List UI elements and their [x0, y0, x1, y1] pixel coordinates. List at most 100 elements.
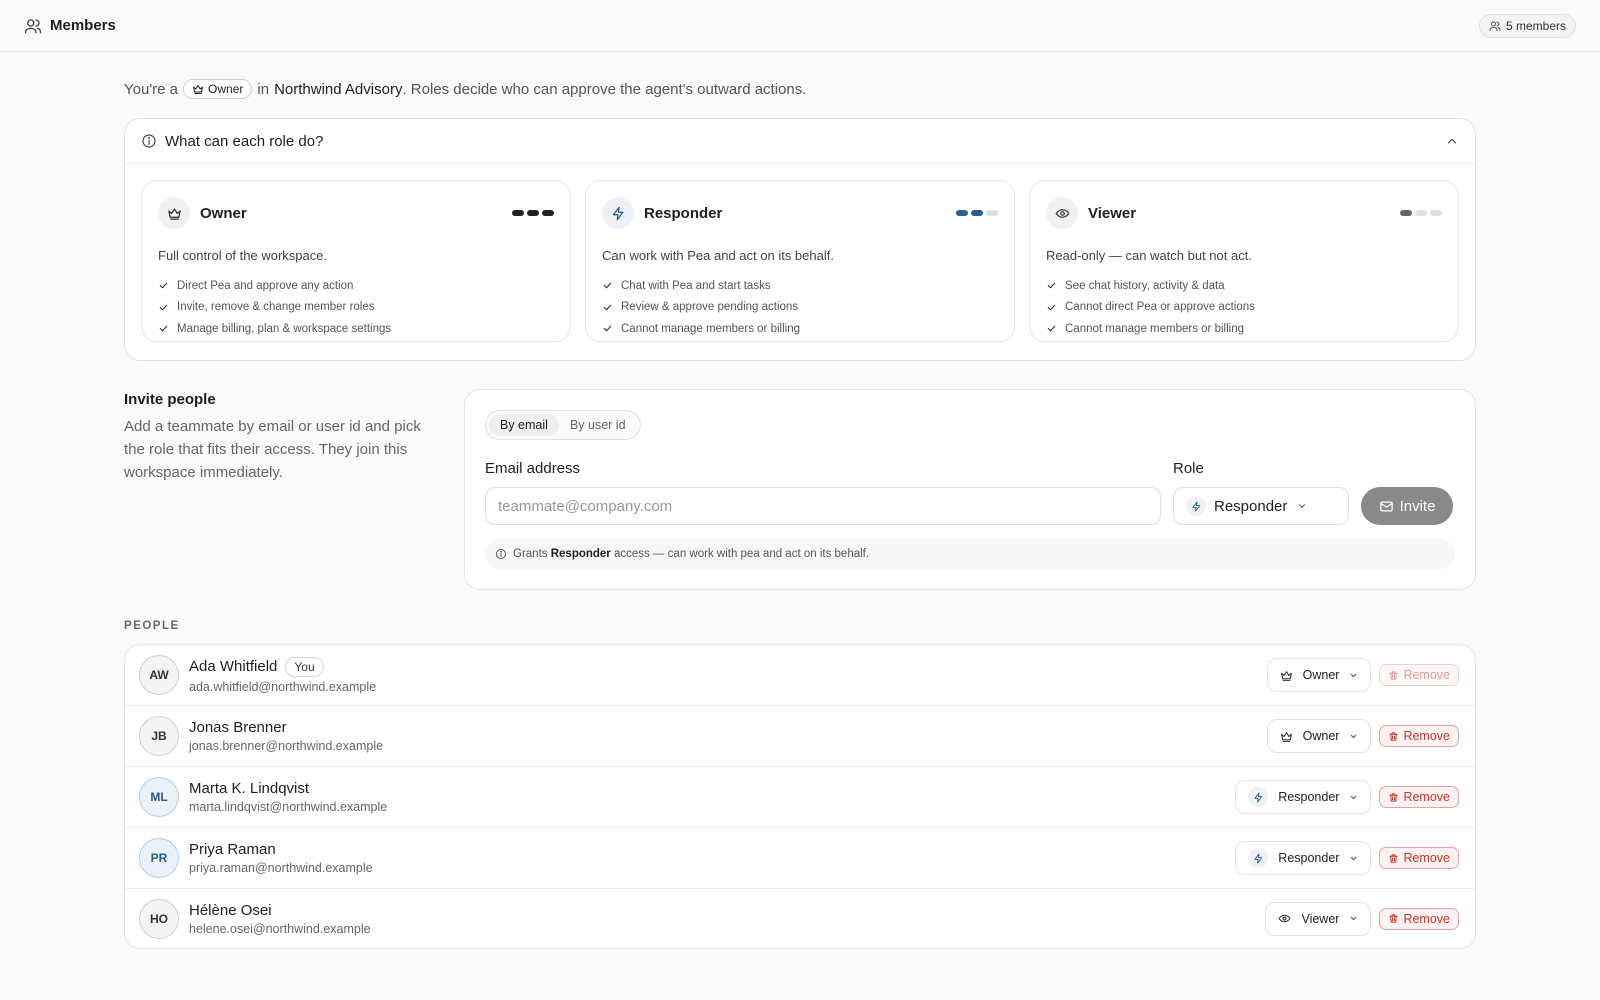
permission-item: Chat with Pea and start tasks	[602, 275, 998, 297]
trash-icon	[1388, 853, 1399, 864]
tab-by-email[interactable]: By email	[489, 414, 559, 436]
users-icon	[1489, 20, 1501, 32]
invite-title: Invite people	[124, 391, 216, 408]
avatar: JB	[139, 716, 179, 756]
chevron-down-icon	[1349, 793, 1358, 802]
member-role-select[interactable]: Responder	[1235, 780, 1372, 814]
remove-label: Remove	[1403, 790, 1450, 804]
role-name: Viewer	[1088, 204, 1137, 222]
crown-icon	[1280, 730, 1293, 743]
role-card-responder: Responder Can work with Pea and act on i…	[585, 180, 1015, 342]
role-name: Responder	[644, 204, 723, 222]
remove-button[interactable]: Remove	[1379, 847, 1459, 869]
role-level-indicator	[512, 210, 554, 216]
member-row: HO Hélène Osei helene.osei@northwind.exa…	[125, 889, 1475, 948]
member-role-value: Responder	[1278, 790, 1340, 804]
member-email: ada.whitfield@northwind.example	[189, 679, 377, 694]
permission-text: See chat history, activity & data	[1065, 279, 1225, 292]
member-role-value: Responder	[1278, 851, 1340, 865]
avatar: AW	[139, 655, 179, 695]
info-icon	[141, 133, 157, 149]
level-dot	[956, 210, 968, 216]
check-icon	[1046, 323, 1057, 334]
permission-item: Review & approve pending actions	[602, 297, 998, 319]
invite-section: Invite people Add a teammate by email or…	[124, 389, 1476, 590]
permission-text: Cannot direct Pea or approve actions	[1065, 301, 1255, 314]
role-select-value: Responder	[1214, 497, 1288, 515]
grants-suffix: access — can work with pea and act on it…	[614, 548, 870, 560]
member-email: jonas.brenner@northwind.example	[189, 739, 384, 753]
level-dot	[512, 210, 524, 216]
trash-icon	[1388, 792, 1399, 803]
member-role-select[interactable]: Responder	[1235, 841, 1372, 875]
intro-prefix: You're a	[124, 80, 179, 98]
member-role-select[interactable]: Owner	[1266, 658, 1372, 692]
role-level-indicator	[956, 210, 998, 216]
workspace-name: Northwind Advisory	[274, 80, 403, 98]
permission-text: Manage billing, plan & workspace setting…	[177, 322, 392, 335]
remove-button[interactable]: Remove	[1379, 664, 1459, 686]
member-name: Jonas Brenner	[189, 719, 287, 736]
permission-text: Invite, remove & change member roles	[177, 301, 375, 314]
member-role-value: Owner	[1302, 729, 1340, 743]
intro-suffix: . Roles decide who can approve the agent…	[402, 80, 807, 98]
chevron-up-icon[interactable]	[1445, 134, 1459, 148]
email-label: Email address	[485, 460, 581, 477]
member-row: JB Jonas Brenner jonas.brenner@northwind…	[125, 706, 1475, 767]
intro-middle: in	[257, 80, 270, 98]
crown-icon	[192, 83, 204, 95]
roles-panel-header[interactable]: What can each role do?	[125, 119, 1475, 164]
check-icon	[1046, 280, 1057, 291]
member-email: priya.raman@northwind.example	[189, 861, 373, 875]
member-row: PR Priya Raman priya.raman@northwind.exa…	[125, 828, 1475, 889]
level-dot	[1430, 210, 1442, 216]
check-icon	[602, 302, 613, 313]
grants-prefix: Grants	[513, 548, 548, 560]
member-email: helene.osei@northwind.example	[189, 921, 371, 936]
member-role-value: Owner	[1302, 668, 1340, 682]
info-icon	[495, 548, 507, 560]
email-field[interactable]	[485, 487, 1161, 525]
remove-label: Remove	[1403, 729, 1450, 743]
eye-icon	[1278, 912, 1292, 925]
you-badge: You	[285, 656, 324, 677]
bolt-icon	[1248, 848, 1269, 868]
role-level-indicator	[1400, 210, 1442, 216]
member-email: marta.lindqvist@northwind.example	[189, 800, 388, 814]
check-icon	[602, 323, 613, 334]
permission-text: Cannot manage members or billing	[621, 322, 800, 335]
intro-line: You're a Owner in Northwind Advisory. Ro…	[124, 78, 1476, 100]
member-role-select[interactable]: Viewer	[1265, 901, 1372, 936]
trash-icon	[1388, 913, 1399, 924]
chevron-down-icon	[1349, 732, 1358, 741]
roles-panel: What can each role do? Owner Full contro…	[124, 118, 1476, 361]
member-role-value: Viewer	[1301, 911, 1340, 926]
member-row: AW Ada Whitfield You ada.whitfield@north…	[125, 645, 1475, 706]
trash-icon	[1388, 670, 1399, 681]
invite-description: Add a teammate by email or user id and p…	[124, 418, 421, 481]
role-grants-note: Grants Responder access — can work with …	[485, 539, 1455, 569]
member-name: Marta K. Lindqvist	[189, 780, 310, 797]
tab-by-user-id[interactable]: By user id	[559, 414, 637, 436]
remove-label: Remove	[1403, 911, 1450, 926]
permission-text: Direct Pea and approve any action	[177, 279, 354, 292]
role-description: Read-only — can watch but not act.	[1046, 248, 1252, 263]
check-icon	[1046, 302, 1057, 313]
chevron-down-icon	[1297, 501, 1307, 511]
chevron-down-icon	[1349, 671, 1358, 680]
top-bar: Members 5 members	[0, 0, 1600, 52]
member-row: ML Marta K. Lindqvist marta.lindqvist@no…	[125, 767, 1475, 828]
role-select[interactable]: Responder	[1173, 487, 1349, 525]
chevron-down-icon	[1349, 854, 1358, 863]
page-title: Members	[50, 17, 116, 34]
remove-button[interactable]: Remove	[1379, 725, 1459, 747]
check-icon	[158, 323, 169, 334]
permission-item: Manage billing, plan & workspace setting…	[158, 318, 554, 340]
level-dot	[971, 210, 983, 216]
member-role-select[interactable]: Owner	[1266, 719, 1372, 753]
invite-form: By email By user id Email address Role R…	[464, 389, 1476, 590]
remove-button[interactable]: Remove	[1379, 907, 1459, 930]
invite-button[interactable]: Invite	[1361, 487, 1453, 525]
remove-button[interactable]: Remove	[1379, 786, 1459, 808]
role-description: Can work with Pea and act on its behalf.	[602, 248, 834, 263]
